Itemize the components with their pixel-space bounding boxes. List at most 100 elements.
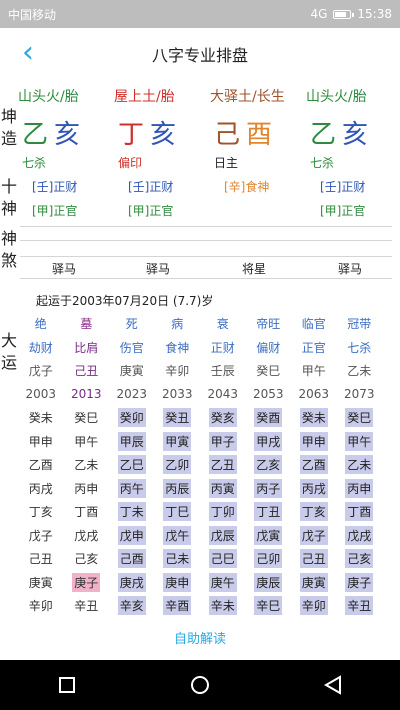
liunian-cell[interactable]: 辛卯 <box>291 594 337 618</box>
liunian-cell[interactable]: 乙巳 <box>109 453 155 477</box>
liunian-cell[interactable]: 丁巳 <box>155 500 201 524</box>
dayun-year-row-cell[interactable]: 2003 <box>18 383 64 407</box>
liunian-cell[interactable]: 甲申 <box>291 430 337 454</box>
liunian-cell[interactable]: 辛亥 <box>109 594 155 618</box>
dayun-year-row-cell[interactable]: 2063 <box>291 383 337 407</box>
dayun-year-row-cell[interactable]: 2033 <box>155 383 201 407</box>
liunian-cell[interactable]: 辛巳 <box>246 594 292 618</box>
liunian-cell[interactable]: 癸未 <box>18 406 64 430</box>
liunian-cell[interactable]: 辛未 <box>200 594 246 618</box>
liunian-cell[interactable]: 乙亥 <box>246 453 292 477</box>
liunian-cell[interactable]: 己亥 <box>64 547 110 571</box>
liunian-cell[interactable]: 癸未 <box>291 406 337 430</box>
dayun-god-row-cell[interactable]: 劫财 <box>18 336 64 360</box>
dayun-ganzhi-row-cell[interactable]: 甲午 <box>291 359 337 383</box>
dayun-year-row-cell[interactable]: 2023 <box>109 383 155 407</box>
liunian-cell[interactable]: 癸酉 <box>246 406 292 430</box>
liunian-cell[interactable]: 庚申 <box>155 571 201 595</box>
dayun-state-row-cell[interactable]: 绝 <box>18 312 64 336</box>
liunian-cell[interactable]: 己未 <box>155 547 201 571</box>
liunian-cell[interactable]: 庚辰 <box>246 571 292 595</box>
liunian-cell[interactable]: 丙子 <box>246 477 292 501</box>
dayun-state-row-cell[interactable]: 帝旺 <box>246 312 292 336</box>
liunian-cell[interactable]: 己卯 <box>246 547 292 571</box>
liunian-cell[interactable]: 乙卯 <box>155 453 201 477</box>
liunian-cell[interactable]: 己亥 <box>337 547 383 571</box>
liunian-cell[interactable]: 庚寅 <box>291 571 337 595</box>
liunian-cell[interactable]: 乙丑 <box>200 453 246 477</box>
liunian-cell[interactable]: 癸丑 <box>155 406 201 430</box>
liunian-cell[interactable]: 己巳 <box>200 547 246 571</box>
liunian-cell[interactable]: 甲辰 <box>109 430 155 454</box>
liunian-cell[interactable]: 戊午 <box>155 524 201 548</box>
dayun-god-row-cell[interactable]: 偏财 <box>246 336 292 360</box>
liunian-cell[interactable]: 戊戌 <box>337 524 383 548</box>
dayun-state-row-cell[interactable]: 墓 <box>64 312 110 336</box>
dayun-god-row-cell[interactable]: 食神 <box>155 336 201 360</box>
dayun-state-row-cell[interactable]: 病 <box>155 312 201 336</box>
liunian-cell[interactable]: 丙申 <box>337 477 383 501</box>
liunian-cell[interactable]: 丁卯 <box>200 500 246 524</box>
dayun-god-row-cell[interactable]: 伤官 <box>109 336 155 360</box>
liunian-cell[interactable]: 丙辰 <box>155 477 201 501</box>
liunian-cell[interactable]: 丁亥 <box>291 500 337 524</box>
dayun-god-row-cell[interactable]: 七杀 <box>337 336 383 360</box>
dayun-year-row-cell[interactable]: 2053 <box>246 383 292 407</box>
liunian-cell[interactable]: 丁丑 <box>246 500 292 524</box>
liunian-cell[interactable]: 戊申 <box>109 524 155 548</box>
liunian-cell[interactable]: 己丑 <box>18 547 64 571</box>
self-interpret-link[interactable]: 自助解读 <box>0 628 400 647</box>
back-button[interactable] <box>313 665 353 705</box>
liunian-cell[interactable]: 辛酉 <box>155 594 201 618</box>
liunian-cell[interactable]: 乙未 <box>64 453 110 477</box>
liunian-cell[interactable]: 癸巳 <box>64 406 110 430</box>
liunian-cell[interactable]: 戊辰 <box>200 524 246 548</box>
liunian-cell[interactable]: 戊子 <box>18 524 64 548</box>
liunian-cell[interactable]: 丁酉 <box>337 500 383 524</box>
liunian-cell[interactable]: 丙戌 <box>18 477 64 501</box>
liunian-cell[interactable]: 甲寅 <box>155 430 201 454</box>
liunian-cell[interactable]: 庚寅 <box>18 571 64 595</box>
liunian-cell[interactable]: 辛卯 <box>18 594 64 618</box>
liunian-cell[interactable]: 庚子 <box>64 571 110 595</box>
liunian-cell[interactable]: 甲申 <box>18 430 64 454</box>
dayun-ganzhi-row-cell[interactable]: 乙未 <box>337 359 383 383</box>
dayun-god-row-cell[interactable]: 正财 <box>200 336 246 360</box>
dayun-ganzhi-row-cell[interactable]: 癸巳 <box>246 359 292 383</box>
liunian-cell[interactable]: 癸亥 <box>200 406 246 430</box>
liunian-cell[interactable]: 戊戌 <box>64 524 110 548</box>
dayun-god-row-cell[interactable]: 正官 <box>291 336 337 360</box>
liunian-cell[interactable]: 庚戌 <box>109 571 155 595</box>
dayun-ganzhi-row-cell[interactable]: 壬辰 <box>200 359 246 383</box>
liunian-cell[interactable]: 己酉 <box>109 547 155 571</box>
liunian-cell[interactable]: 乙未 <box>337 453 383 477</box>
dayun-state-row-cell[interactable]: 冠带 <box>337 312 383 336</box>
home-button[interactable] <box>180 665 220 705</box>
liunian-cell[interactable]: 戊子 <box>291 524 337 548</box>
liunian-cell[interactable]: 戊寅 <box>246 524 292 548</box>
liunian-cell[interactable]: 丁未 <box>109 500 155 524</box>
dayun-state-row-cell[interactable]: 死 <box>109 312 155 336</box>
liunian-cell[interactable]: 甲子 <box>200 430 246 454</box>
dayun-god-row-cell[interactable]: 比肩 <box>64 336 110 360</box>
dayun-ganzhi-row-cell[interactable]: 庚寅 <box>109 359 155 383</box>
liunian-cell[interactable]: 甲戌 <box>246 430 292 454</box>
dayun-state-row-cell[interactable]: 临官 <box>291 312 337 336</box>
dayun-year-row-cell[interactable]: 2043 <box>200 383 246 407</box>
liunian-cell[interactable]: 辛丑 <box>337 594 383 618</box>
liunian-cell[interactable]: 丙申 <box>64 477 110 501</box>
dayun-year-row-cell[interactable]: 2073 <box>337 383 383 407</box>
liunian-cell[interactable]: 庚午 <box>200 571 246 595</box>
dayun-ganzhi-row-cell[interactable]: 己丑 <box>64 359 110 383</box>
liunian-cell[interactable]: 丙午 <box>109 477 155 501</box>
dayun-ganzhi-row-cell[interactable]: 辛卯 <box>155 359 201 383</box>
liunian-cell[interactable]: 甲午 <box>64 430 110 454</box>
liunian-cell[interactable]: 庚子 <box>337 571 383 595</box>
liunian-cell[interactable]: 辛丑 <box>64 594 110 618</box>
liunian-cell[interactable]: 癸卯 <box>109 406 155 430</box>
liunian-cell[interactable]: 甲午 <box>337 430 383 454</box>
dayun-year-row-cell[interactable]: 2013 <box>64 383 110 407</box>
recent-apps-button[interactable] <box>47 665 87 705</box>
back-arrow-icon[interactable]: ‹ <box>12 38 44 70</box>
liunian-cell[interactable]: 丙戌 <box>291 477 337 501</box>
